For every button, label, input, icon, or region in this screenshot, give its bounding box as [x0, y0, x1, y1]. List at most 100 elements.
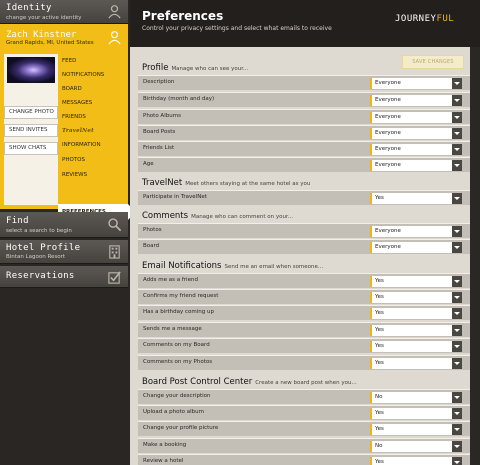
chevron-down-icon[interactable] — [452, 276, 462, 287]
setting-row: Photo Albums Everyone — [138, 109, 470, 124]
select-value: No — [375, 394, 383, 400]
save-changes-button[interactable]: SAVE CHANGES — [402, 55, 464, 69]
select-value: Yes — [375, 410, 384, 416]
chevron-down-icon[interactable] — [452, 424, 462, 435]
yes-no-select[interactable]: Yes — [370, 457, 462, 465]
hotel-name: Bintan Lagoon Resort — [6, 254, 66, 260]
find-panel[interactable]: Find select a search to begin — [0, 212, 128, 238]
user-name: Zach Kinstner — [6, 30, 77, 40]
chevron-down-icon[interactable] — [452, 160, 462, 171]
nav-information[interactable]: INFORMATION — [62, 139, 101, 152]
setting-row: Comments on my Photos Yes — [138, 355, 470, 370]
select-value: Yes — [375, 360, 384, 366]
setting-label: Make a booking — [143, 442, 187, 448]
avatar — [7, 57, 55, 83]
chevron-down-icon[interactable] — [452, 95, 462, 106]
change-photo-button[interactable]: CHANGE PHOTO — [4, 106, 58, 119]
setting-label: Photos — [143, 227, 162, 233]
setting-label: Board Posts — [143, 129, 176, 135]
chevron-down-icon[interactable] — [452, 144, 462, 155]
chevron-down-icon[interactable] — [452, 308, 462, 319]
reservations-panel[interactable]: Reservations — [0, 266, 128, 288]
setting-row: Adds me as a friend Yes — [138, 273, 470, 288]
yes-no-select[interactable]: No — [370, 441, 462, 452]
user-icon — [108, 31, 121, 45]
setting-row: Change your profile picture Yes — [138, 421, 470, 436]
yes-no-select[interactable]: Yes — [370, 325, 462, 336]
yes-no-select[interactable]: Yes — [370, 193, 462, 204]
chevron-down-icon[interactable] — [452, 408, 462, 419]
nav-board[interactable]: BOARD — [62, 83, 82, 96]
hotel-profile-panel[interactable]: Hotel Profile Bintan Lagoon Resort — [0, 240, 128, 264]
journeyful-logo[interactable]: JOURNEYFUL — [395, 14, 454, 24]
yes-no-select[interactable]: Yes — [370, 424, 462, 435]
nav-notifications[interactable]: NOTIFICATIONS — [62, 69, 104, 82]
section-description: Manage who can see your... — [171, 66, 249, 72]
setting-row: Friends List Everyone — [138, 141, 470, 156]
chevron-down-icon[interactable] — [452, 341, 462, 352]
nav-travelnet[interactable]: TravelNet — [62, 125, 94, 138]
show-chats-button[interactable]: SHOW CHATS — [4, 142, 58, 155]
visibility-select[interactable]: Everyone — [370, 144, 462, 155]
setting-label: Board — [143, 243, 160, 249]
yes-no-select[interactable]: Yes — [370, 341, 462, 352]
section-heading: Comments — [142, 211, 189, 221]
setting-label: Comments on my Photos — [143, 359, 213, 365]
chevron-down-icon[interactable] — [452, 226, 462, 237]
setting-label: Comments on my Board — [143, 342, 210, 348]
visibility-select[interactable]: Everyone — [370, 160, 462, 171]
chevron-down-icon[interactable] — [452, 78, 462, 89]
chevron-down-icon[interactable] — [452, 112, 462, 123]
select-value: Yes — [375, 426, 384, 432]
chevron-down-icon[interactable] — [452, 325, 462, 336]
yes-no-select[interactable]: Yes — [370, 308, 462, 319]
visibility-select[interactable]: Everyone — [370, 242, 462, 253]
chevron-down-icon[interactable] — [452, 193, 462, 204]
user-panel: Zach Kinstner Grand Rapids, MI, United S… — [0, 24, 135, 220]
search-icon — [108, 218, 122, 232]
section-heading: TravelNet — [142, 178, 183, 188]
yes-no-select[interactable]: Yes — [370, 358, 462, 369]
nav-reviews[interactable]: REVIEWS — [62, 169, 87, 182]
section-title: TravelNet Meet others staying at the same… — [142, 178, 310, 188]
visibility-select[interactable]: Everyone — [370, 128, 462, 139]
setting-row: Description Everyone — [138, 75, 470, 90]
identity-panel[interactable]: Identity change your active identity — [0, 0, 128, 24]
select-value: Yes — [375, 310, 384, 316]
chevron-down-icon[interactable] — [452, 392, 462, 403]
hotel-icon — [109, 245, 120, 259]
chevron-down-icon[interactable] — [452, 358, 462, 369]
yes-no-select[interactable]: Yes — [370, 292, 462, 303]
chevron-down-icon[interactable] — [452, 441, 462, 452]
find-title: Find — [6, 216, 29, 226]
chevron-down-icon[interactable] — [452, 292, 462, 303]
nav-friends[interactable]: FRIENDS — [62, 111, 86, 124]
section-title: Board Post Control Center Create a new bo… — [142, 377, 357, 387]
setting-label: Confirms my friend request — [143, 293, 219, 299]
yes-no-select[interactable]: Yes — [370, 408, 462, 419]
nav-messages[interactable]: MESSAGES — [62, 97, 92, 110]
setting-label: Birthday (month and day) — [143, 96, 215, 102]
chevron-down-icon[interactable] — [452, 242, 462, 253]
visibility-select[interactable]: Everyone — [370, 95, 462, 106]
section-description: Send me an email when someone... — [224, 264, 324, 270]
logo-text: JOURNEY — [395, 14, 437, 24]
visibility-select[interactable]: Everyone — [370, 226, 462, 237]
section-description: Create a new board post when you... — [255, 380, 357, 386]
setting-row: Has a birthday coming up Yes — [138, 305, 470, 320]
setting-row: Photos Everyone — [138, 223, 470, 238]
identity-title: Identity — [6, 3, 52, 13]
chevron-down-icon[interactable] — [452, 457, 462, 465]
visibility-select[interactable]: Everyone — [370, 112, 462, 123]
section-heading: Email Notifications — [142, 261, 222, 271]
yes-no-select[interactable]: Yes — [370, 276, 462, 287]
chevron-down-icon[interactable] — [452, 128, 462, 139]
select-value: Yes — [375, 278, 384, 284]
setting-row: Review a hotel Yes — [138, 454, 470, 465]
nav-photos[interactable]: PHOTOS — [62, 154, 85, 167]
visibility-select[interactable]: Everyone — [370, 78, 462, 89]
nav-feed[interactable]: FEED — [62, 55, 76, 68]
send-invites-button[interactable]: SEND INVITES — [4, 124, 58, 137]
setting-row: Comments on my Board Yes — [138, 338, 470, 353]
yes-no-select[interactable]: No — [370, 392, 462, 403]
